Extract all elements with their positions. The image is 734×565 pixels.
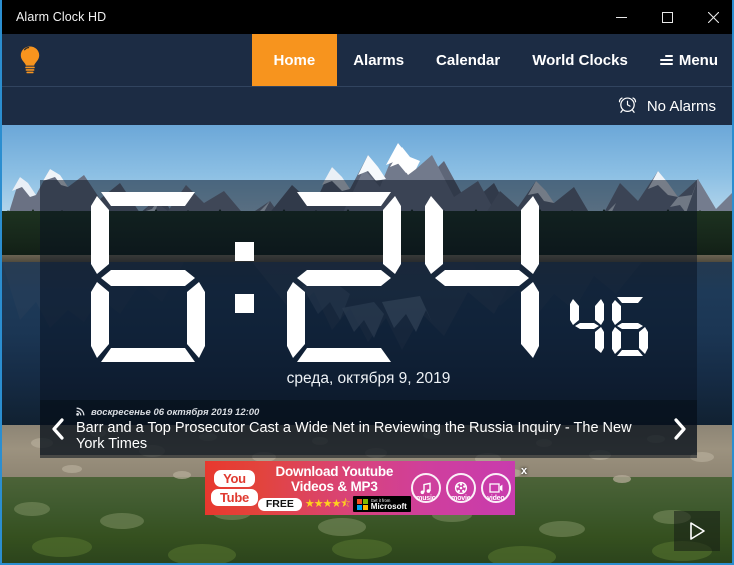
hamburger-menu-icon — [659, 55, 673, 65]
current-date: среда, октября 9, 2019 — [286, 370, 451, 387]
nav-tab-alarms-label: Alarms — [353, 51, 405, 69]
nav-tab-alarms[interactable]: Alarms — [337, 34, 420, 86]
ad-free-badge: FREE — [257, 497, 302, 511]
news-timestamp: воскресенье 06 октября 2019 12:00 — [91, 406, 260, 418]
ms-badge-text: Get it from Microsoft — [370, 498, 407, 511]
ad-star-rating: ★★★★⯪ — [304, 497, 351, 510]
nav-tab-home-label: Home — [273, 51, 316, 69]
ms-badge-name: Microsoft — [370, 502, 407, 511]
ad-movie-icon: movie — [445, 473, 476, 503]
window-controls — [598, 0, 732, 34]
nav-menu-label: Menu — [678, 51, 718, 69]
news-meta: воскресенье 06 октября 2019 12:00 — [76, 406, 657, 419]
nav-tab-world-clocks-label: World Clocks — [532, 51, 628, 69]
app-logo-lightbulb-icon[interactable] — [2, 34, 58, 86]
ad-content[interactable]: You Tube Download Youtube Videos & MP3 F… — [205, 461, 515, 515]
seven-segment-seconds — [569, 297, 648, 356]
main-navigation: Home Alarms Calendar World Clocks Menu — [2, 34, 732, 87]
close-button[interactable] — [690, 0, 732, 34]
time-display — [40, 186, 697, 366]
nav-tab-calendar[interactable]: Calendar — [420, 34, 516, 86]
ad-music-caption: music — [416, 495, 436, 502]
ad-movie-caption: movie — [451, 495, 471, 502]
nav-tab-calendar-label: Calendar — [436, 51, 501, 69]
ad-badge-row: FREE ★★★★⯪ Get it from Microsoft — [257, 495, 411, 514]
title-bar: Alarm Clock HD — [2, 0, 732, 34]
ad-video-icon: video — [480, 473, 511, 503]
ad-close-button[interactable]: x — [515, 461, 533, 515]
windows-logo-icon — [356, 498, 368, 510]
news-next-chevron-right-icon[interactable] — [661, 417, 697, 441]
advertisement-banner[interactable]: You Tube Download Youtube Videos & MP3 F… — [205, 461, 533, 515]
nav-tab-world-clocks[interactable]: World Clocks — [516, 34, 644, 86]
rss-icon — [76, 406, 86, 419]
alarm-status-text: No Alarms — [646, 97, 716, 115]
minimize-button[interactable] — [598, 0, 644, 34]
ad-headline-line1: Download Youtube — [275, 463, 394, 479]
app-window: Alarm Clock HD Home Alarms Calendar Worl… — [0, 0, 734, 565]
news-ticker: воскресенье 06 октября 2019 12:00 Barr a… — [40, 400, 697, 458]
seven-segment-time — [90, 192, 539, 362]
news-headline[interactable]: Barr and a Top Prosecutor Cast a Wide Ne… — [76, 420, 657, 453]
ad-video-caption: video — [487, 495, 505, 502]
news-content[interactable]: воскресенье 06 октября 2019 12:00 Barr a… — [76, 406, 661, 453]
play-icon — [690, 522, 705, 540]
ad-feature-icons: music movie video — [410, 473, 511, 503]
microsoft-store-badge[interactable]: Get it from Microsoft — [352, 496, 411, 512]
nav-tab-home[interactable]: Home — [251, 34, 338, 86]
ad-brand-top: You — [214, 470, 255, 487]
window-title: Alarm Clock HD — [16, 10, 107, 24]
alarm-clock-icon — [617, 93, 638, 119]
ad-copy: Download Youtube Videos & MP3 FREE ★★★★⯪… — [257, 463, 411, 514]
ad-brand-bottom: Tube — [211, 489, 258, 506]
youtube-logo-icon: You Tube — [211, 470, 258, 506]
play-button[interactable] — [674, 511, 720, 551]
alarm-status-bar[interactable]: No Alarms — [2, 87, 732, 125]
ad-music-icon: music — [410, 473, 441, 503]
news-prev-chevron-left-icon[interactable] — [40, 417, 76, 441]
maximize-button[interactable] — [644, 0, 690, 34]
nav-menu-button[interactable]: Menu — [644, 34, 732, 86]
ad-headline-line2: Videos & MP3 — [291, 478, 378, 494]
